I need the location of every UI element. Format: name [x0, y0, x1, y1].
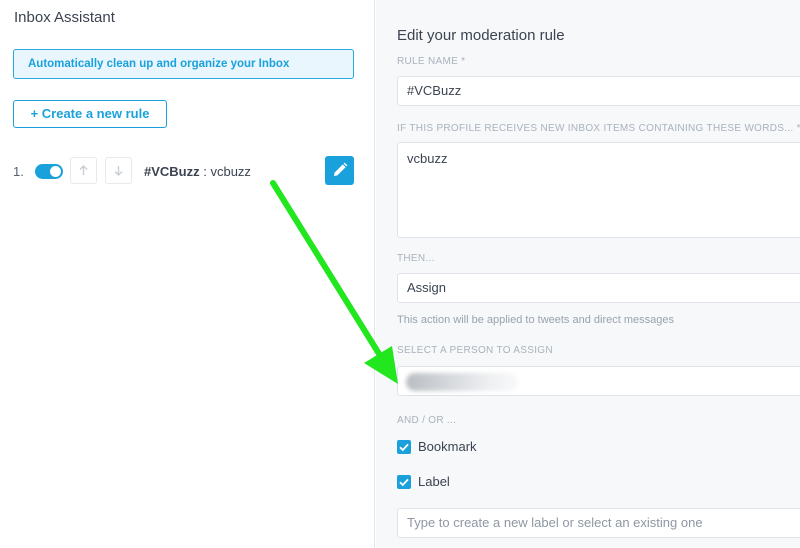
panel-title: Inbox Assistant: [14, 9, 115, 26]
rule-name: #VCBuzz: [144, 164, 200, 179]
create-rule-button[interactable]: + Create a new rule: [13, 100, 167, 128]
keywords-label: IF THIS PROFILE RECEIVES NEW INBOX ITEMS…: [397, 123, 800, 134]
checkmark-icon: [399, 443, 409, 452]
inbox-assistant-panel: Inbox Assistant Automatically clean up a…: [0, 0, 375, 548]
label-input-placeholder: Type to create a new label or select an …: [407, 515, 703, 530]
rule-number: 1.: [13, 164, 24, 179]
rule-enabled-toggle[interactable]: [35, 164, 63, 179]
rule-separator: :: [199, 164, 211, 179]
rule-name-label: RULE NAME *: [397, 56, 466, 67]
edit-rule-form: Edit your moderation rule RULE NAME * #V…: [376, 0, 800, 548]
label-input[interactable]: Type to create a new label or select an …: [397, 508, 800, 538]
and-or-label: AND / OR ...: [397, 415, 457, 426]
rule-list-item: 1. #VCBuzz : vcbuzz: [13, 155, 354, 187]
assignee-select[interactable]: [397, 366, 800, 396]
move-rule-up-button[interactable]: [70, 157, 97, 184]
label-checkbox[interactable]: [397, 475, 411, 489]
keywords-value: vcbuzz: [407, 151, 448, 166]
pencil-icon: [334, 162, 348, 176]
rule-label[interactable]: #VCBuzz : vcbuzz: [144, 164, 251, 179]
arrow-down-icon: [114, 166, 123, 176]
checkmark-icon: [399, 478, 409, 487]
rule-name-input[interactable]: #VCBuzz: [397, 76, 800, 106]
keywords-textarea[interactable]: vcbuzz: [397, 142, 800, 238]
form-title: Edit your moderation rule: [397, 27, 565, 44]
then-label: THEN...: [397, 253, 435, 264]
bookmark-checkbox[interactable]: [397, 440, 411, 454]
arrow-up-icon: [79, 165, 88, 175]
toggle-knob: [50, 166, 61, 177]
label-option-label: Label: [418, 474, 450, 489]
bookmark-label: Bookmark: [418, 439, 477, 454]
action-select[interactable]: Assign: [397, 273, 800, 303]
edit-rule-button[interactable]: [325, 156, 354, 185]
rule-name-value: #VCBuzz: [407, 83, 462, 98]
info-banner: Automatically clean up and organize your…: [13, 49, 354, 79]
action-value: Assign: [407, 280, 447, 295]
assign-label: SELECT A PERSON TO ASSIGN: [397, 345, 553, 356]
blurred-assignee-name: [406, 373, 518, 391]
move-rule-down-button[interactable]: [105, 157, 132, 184]
action-hint: This action will be applied to tweets an…: [397, 314, 674, 326]
rule-keywords: vcbuzz: [210, 164, 251, 179]
